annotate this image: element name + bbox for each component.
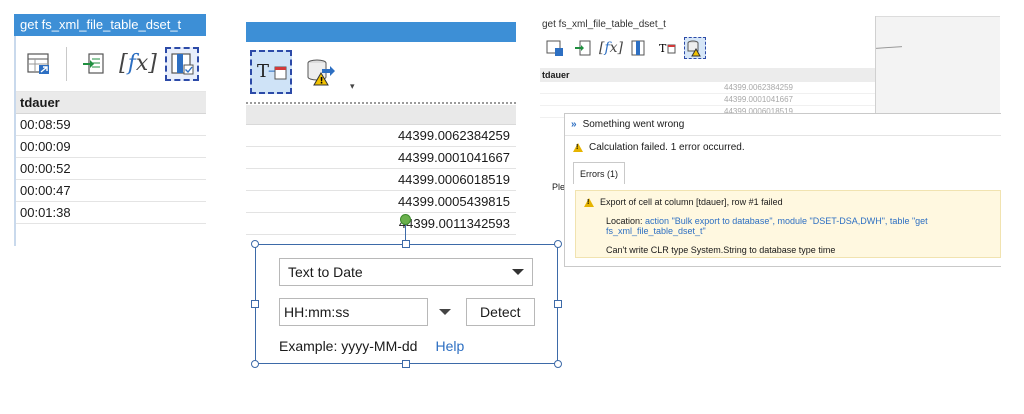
function-icon[interactable]: [fx] — [599, 37, 624, 59]
table-row[interactable]: 00:00:52 — [14, 158, 206, 180]
resize-handle[interactable] — [402, 360, 410, 368]
resize-handle[interactable] — [402, 240, 410, 248]
resize-handle[interactable] — [251, 240, 259, 248]
excel-export-icon[interactable] — [77, 47, 111, 81]
error-dialog-header: » Something went wrong — [565, 114, 1001, 136]
function-label: [fx] — [119, 51, 157, 76]
resize-handle[interactable] — [554, 240, 562, 248]
error-tabs: Errors (1) — [573, 162, 1001, 184]
resize-handle[interactable] — [251, 300, 259, 308]
column-header-tdauer[interactable]: tdauer — [540, 68, 875, 82]
svg-text:!: ! — [320, 77, 324, 87]
format-dropdown-button[interactable] — [434, 309, 456, 315]
chevron-down-icon — [438, 309, 451, 315]
column-header[interactable] — [246, 105, 516, 125]
table-row[interactable]: 00:08:59 — [14, 114, 206, 136]
warning-icon — [584, 197, 594, 207]
table-toolbar: [fx] T — [540, 32, 875, 64]
table-row[interactable]: 00:01:38 — [14, 202, 206, 224]
table-row[interactable]: 44399.0062384259 — [246, 125, 516, 147]
format-row: HH:mm:ss Detect — [279, 298, 535, 326]
error-message-row: Export of cell at column [tdauer], row #… — [584, 197, 992, 207]
example-row: Example: yyyy-MM-dd Help — [279, 338, 535, 354]
toolbar-separator — [66, 46, 67, 81]
conversion-toolbar: T → ! ▾ — [246, 42, 516, 100]
table-title: get fs_xml_file_table_dset_t — [542, 19, 666, 30]
table-row[interactable]: 00:00:47 — [14, 180, 206, 202]
table-row[interactable]: 44399.0006018519 — [246, 169, 516, 191]
resize-handle[interactable] — [554, 360, 562, 368]
text-to-date-icon[interactable]: T — [656, 37, 678, 59]
error-details: Export of cell at column [tdauer], row #… — [575, 190, 1001, 258]
table-view-panel: get fs_xml_file_table_dset_t [fx] tdauer… — [14, 14, 206, 246]
example-label: Example: yyyy-MM-dd — [279, 338, 418, 354]
warning-icon — [573, 142, 583, 152]
table-import-icon[interactable] — [22, 47, 56, 81]
table-row[interactable]: 44399.0005439815 — [246, 191, 516, 213]
error-location-row: Location: action "Bulk export to databas… — [606, 216, 992, 236]
svg-text:T: T — [659, 42, 667, 55]
error-summary: Calculation failed. 1 error occurred. — [565, 136, 1001, 158]
chevron-down-icon — [512, 269, 524, 275]
table-row[interactable]: 44399.0011342593 — [246, 213, 516, 235]
table-row[interactable]: 44399.0001041667 — [246, 147, 516, 169]
function-label: [fx] — [599, 40, 624, 56]
table-row[interactable]: 44399.0062384259 — [540, 82, 875, 94]
panel-border — [14, 36, 16, 246]
conversion-value: Text to Date — [288, 264, 363, 280]
error-detail: Can't write CLR type System.String to da… — [606, 245, 836, 255]
chevron-right-icon[interactable]: » — [571, 119, 577, 130]
panel-titlebar — [246, 22, 516, 42]
converted-table-panel: T → ! ▾ 44399.0062384259 44399.000104166… — [246, 22, 516, 240]
conversion-popup: Text to Date HH:mm:ss Detect Example: yy… — [279, 258, 535, 354]
error-summary-text: Calculation failed. 1 error occurred. — [589, 141, 745, 153]
error-message: Export of cell at column [tdauer], row #… — [600, 197, 783, 207]
error-dialog: » Something went wrong Calculation faile… — [564, 113, 1001, 267]
column-header-tdauer[interactable]: tdauer — [14, 92, 206, 114]
detect-button[interactable]: Detect — [465, 298, 535, 326]
export-warning-icon[interactable] — [684, 37, 706, 59]
canvas-line — [875, 46, 903, 49]
conversion-select[interactable]: Text to Date — [279, 258, 533, 286]
column-select-icon[interactable] — [165, 46, 199, 81]
location-label: Location: — [606, 216, 643, 226]
toolbar-overflow-icon[interactable]: ▾ — [350, 81, 355, 92]
help-link[interactable]: Help — [435, 338, 464, 354]
table-import-icon[interactable] — [544, 37, 566, 59]
error-dialog-title: Something went wrong — [582, 119, 685, 130]
table-row[interactable]: 00:00:09 — [14, 136, 206, 158]
text-to-date-icon[interactable]: T → — [250, 50, 292, 94]
column-select-icon[interactable] — [628, 37, 650, 59]
rotation-handle[interactable] — [400, 214, 411, 225]
format-input[interactable]: HH:mm:ss — [279, 298, 428, 326]
excel-export-icon[interactable] — [572, 37, 594, 59]
side-canvas — [875, 16, 1000, 116]
location-link[interactable]: action "Bulk export to database", module… — [606, 216, 928, 236]
resize-handle[interactable] — [554, 300, 562, 308]
function-icon[interactable]: [fx] — [119, 47, 157, 81]
export-warning-icon[interactable]: ! — [300, 50, 342, 94]
tab-errors[interactable]: Errors (1) — [573, 162, 625, 184]
table-title: get fs_xml_file_table_dset_t — [14, 14, 206, 36]
table-toolbar: [fx] — [14, 36, 206, 92]
resize-handle[interactable] — [251, 360, 259, 368]
table-row[interactable]: 44399.0001041667 — [540, 94, 875, 106]
